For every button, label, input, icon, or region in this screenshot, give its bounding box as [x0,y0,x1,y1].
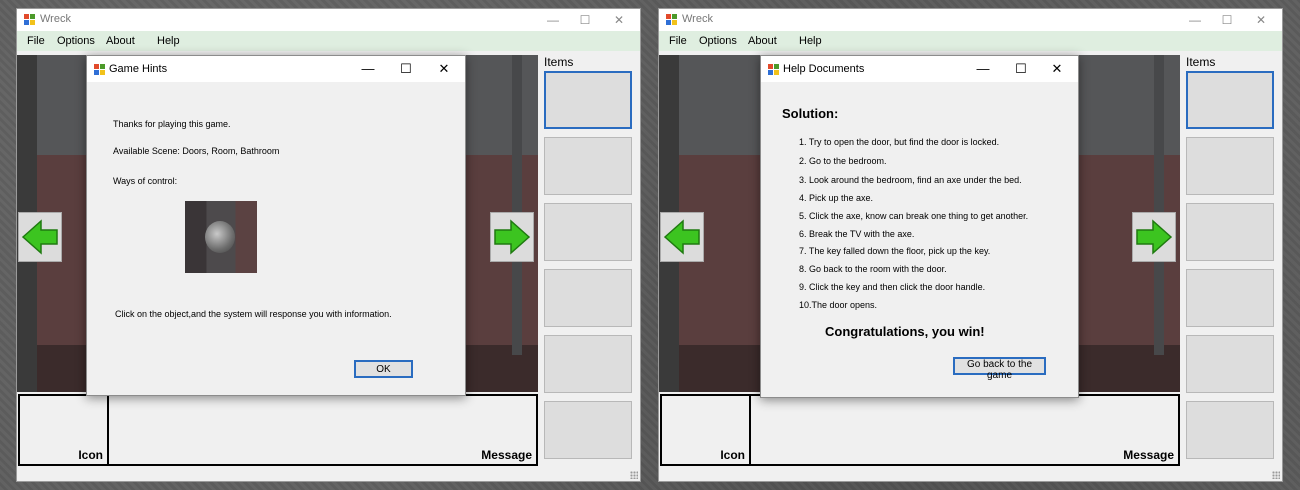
window-titlebar[interactable]: Wreck — ☐ ✕ [17,9,640,31]
solution-step: 3. Look around the bedroom, find an axe … [799,175,1022,185]
right-arrow-icon [1136,219,1173,255]
close-button[interactable]: ✕ [1044,60,1070,78]
item-slot[interactable] [544,203,632,261]
solution-step: 6. Break the TV with the axe. [799,229,915,239]
solution-step: 5. Click the axe, know can break one thi… [799,211,1029,221]
maximize-button[interactable]: ☐ [1008,60,1034,78]
right-arrow-button[interactable] [1132,212,1176,262]
app-logo-icon [94,64,105,75]
solution-step: 8. Go back to the room with the door. [799,264,947,274]
items-label: Items [544,55,574,69]
minimize-button[interactable]: — [540,11,566,29]
item-slot[interactable] [1186,71,1274,129]
game-hints-dialog: Game Hints — ☐ ✕ Thanks for playing this… [86,55,466,396]
solution-step: 1. Try to open the door, but find the do… [799,137,1000,147]
icon-panel: Icon [660,394,751,466]
maximize-button[interactable]: ☐ [572,11,598,29]
item-slot[interactable] [1186,137,1274,195]
left-arrow-button[interactable] [18,212,62,262]
item-slot[interactable] [544,401,632,459]
message-label: Message [1123,448,1174,462]
menu-options[interactable]: Options [57,35,95,47]
minimize-button[interactable]: — [1182,11,1208,29]
message-panel: Message [107,394,538,466]
window-title: Wreck [40,13,71,25]
solution-step: 9. Click the key and then click the door… [799,282,986,292]
icon-label: Icon [78,448,103,462]
app-logo-icon [768,64,779,75]
right-arrow-icon [494,219,531,255]
icon-label: Icon [720,448,745,462]
item-slot[interactable] [544,269,632,327]
item-slot[interactable] [1186,401,1274,459]
dialog-titlebar[interactable]: Help Documents — ☐ ✕ [761,56,1078,82]
close-button[interactable]: ✕ [606,11,632,29]
menu-bar: File Options About Help [17,31,640,51]
items-label: Items [1186,55,1216,69]
left-arrow-icon [663,219,700,255]
door-handle-icon [185,201,257,273]
menu-file[interactable]: File [669,35,687,47]
item-slot[interactable] [544,71,632,129]
solution-step: 4. Pick up the axe. [799,193,874,203]
menu-file[interactable]: File [27,35,45,47]
menu-options[interactable]: Options [699,35,737,47]
item-slot[interactable] [544,335,632,393]
window-title: Wreck [682,13,713,25]
minimize-button[interactable]: — [355,60,381,78]
ways-of-control-text: Ways of control: [113,176,178,186]
menu-help[interactable]: Help [157,35,180,47]
menu-about[interactable]: About [106,35,135,47]
minimize-button[interactable]: — [970,60,996,78]
dialog-titlebar[interactable]: Game Hints — ☐ ✕ [87,56,465,82]
maximize-button[interactable]: ☐ [1214,11,1240,29]
solution-step: 10.The door opens. [799,300,878,310]
icon-panel: Icon [18,394,109,466]
go-back-button[interactable]: Go back to the game [953,357,1046,381]
menu-about[interactable]: About [748,35,777,47]
solution-heading: Solution: [782,106,839,121]
menu-bar: File Options About Help [659,31,1282,51]
left-arrow-button[interactable] [660,212,704,262]
congratulations-text: Congratulations, you win! [825,324,985,339]
item-slot[interactable] [1186,203,1274,261]
item-slot[interactable] [544,137,632,195]
app-logo-icon [666,14,677,25]
available-scene-text: Available Scene: Doors, Room, Bathroom [113,146,280,156]
maximize-button[interactable]: ☐ [393,60,419,78]
door-frame [1154,55,1164,355]
close-button[interactable]: ✕ [1248,11,1274,29]
solution-step: 2. Go to the bedroom. [799,156,887,166]
dialog-title: Game Hints [109,63,168,75]
item-slot[interactable] [1186,335,1274,393]
right-arrow-button[interactable] [490,212,534,262]
app-logo-icon [24,14,35,25]
resize-grip[interactable] [1272,471,1280,479]
door-frame [512,55,522,355]
resize-grip[interactable] [630,471,638,479]
window-titlebar[interactable]: Wreck — ☐ ✕ [659,9,1282,31]
left-arrow-icon [21,219,58,255]
help-documents-dialog: Help Documents — ☐ ✕ Solution: 1. Try to… [760,55,1079,398]
dialog-title: Help Documents [783,63,865,75]
menu-help[interactable]: Help [799,35,822,47]
thanks-text: Thanks for playing this game. [113,119,231,129]
message-label: Message [481,448,532,462]
close-button[interactable]: ✕ [431,60,457,78]
instruction-text: Click on the object,and the system will … [115,309,392,319]
ok-button[interactable]: OK [354,360,413,378]
solution-step: 7. The key falled down the floor, pick u… [799,246,991,256]
item-slot[interactable] [1186,269,1274,327]
message-panel: Message [749,394,1180,466]
